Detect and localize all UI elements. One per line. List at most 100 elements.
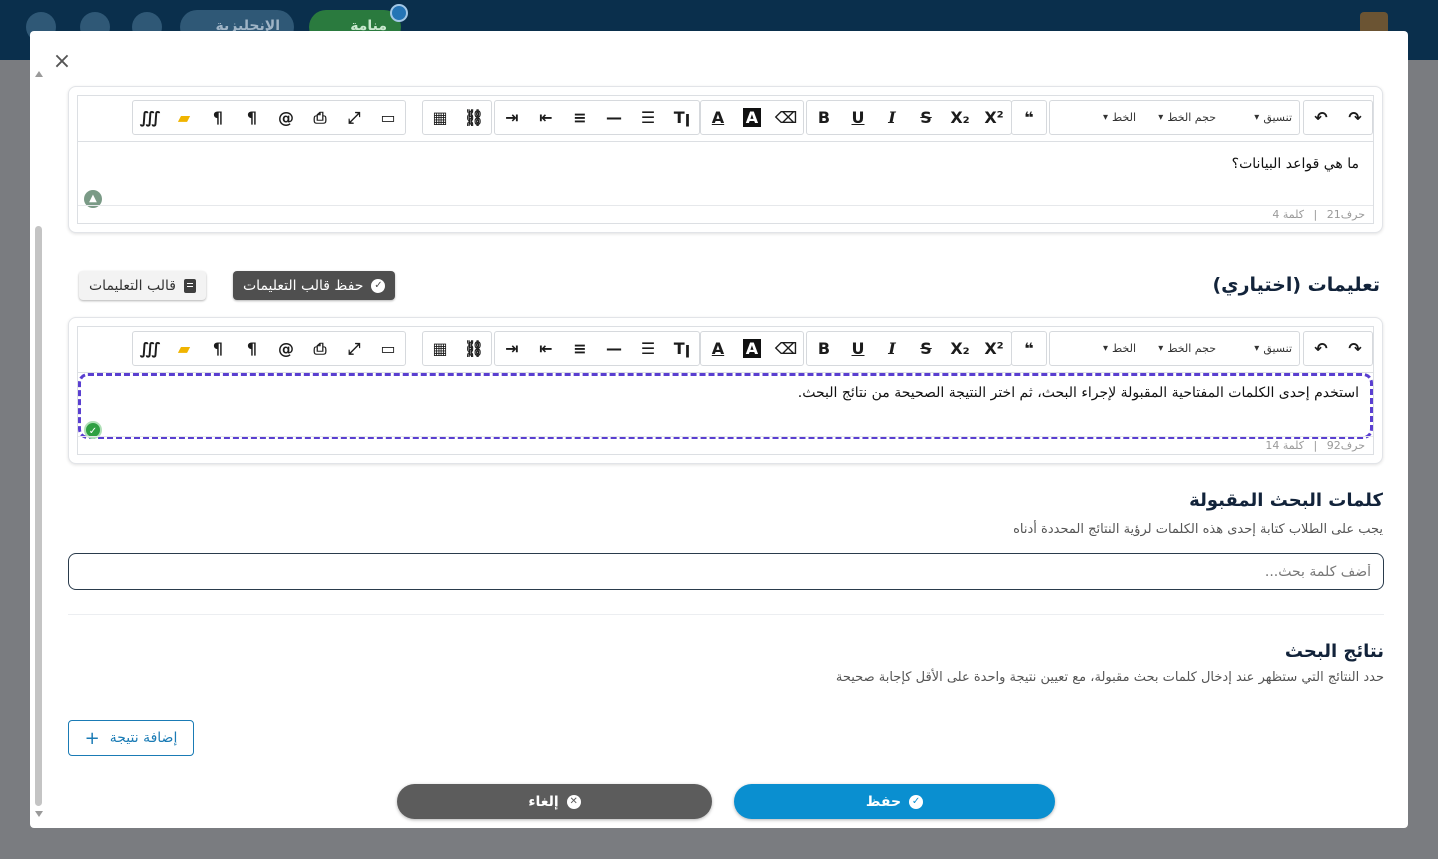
highlight-color-icon[interactable]: A <box>735 332 769 365</box>
blockquote-icon[interactable]: ❝ <box>1012 332 1046 365</box>
word-count: كلمة 14 <box>1265 439 1304 452</box>
template-button[interactable]: قالب التعليمات <box>79 271 206 300</box>
italic-icon[interactable]: I <box>875 332 909 365</box>
cancel-button[interactable]: ✕ إلغاء <box>397 784 712 819</box>
fullscreen-icon[interactable]: ⤢ <box>337 101 371 134</box>
indent-icon[interactable]: ⇥ <box>495 101 529 134</box>
toolbar-group-quote: ❝ <box>1011 100 1047 135</box>
strikethrough-icon[interactable]: S <box>909 332 943 365</box>
superscript-icon[interactable]: X² <box>977 101 1011 134</box>
editor-status-bar: حرف92 | كلمة 14 <box>78 436 1373 454</box>
bold-icon[interactable]: B <box>807 101 841 134</box>
table-icon[interactable]: ▦ <box>423 332 457 365</box>
format-select[interactable]: تنسيق ▾ <box>1222 101 1298 134</box>
save-button[interactable]: ✓ حفظ <box>734 784 1055 819</box>
eraser-icon[interactable]: ⌫ <box>769 332 803 365</box>
keywords-description: يجب على الطلاب كتابة إحدى هذه الكلمات لر… <box>1013 522 1383 537</box>
underline-icon[interactable]: U <box>841 101 875 134</box>
close-circle-icon: ✕ <box>566 794 581 809</box>
format-select[interactable]: تنسيق ▾ <box>1222 332 1298 365</box>
font-select[interactable]: الخط ▾ <box>1050 332 1142 365</box>
eraser-icon[interactable]: ⌫ <box>769 101 803 134</box>
toolbar-group-media: ∭ ▰ ¶ ¶ @ ⎙ ⤢ ▭ <box>132 100 406 135</box>
align-icon[interactable]: ≡ <box>563 101 597 134</box>
align-icon[interactable]: ≡ <box>563 332 597 365</box>
font-size-select[interactable]: حجم الخط ▾ <box>1142 101 1222 134</box>
paragraph-ltr-icon[interactable]: ¶ <box>235 101 269 134</box>
paragraph-rtl-icon[interactable]: ¶ <box>201 332 235 365</box>
bold-icon[interactable]: B <box>807 332 841 365</box>
mention-icon[interactable]: @ <box>269 332 303 365</box>
font-size-select[interactable]: حجم الخط ▾ <box>1142 332 1222 365</box>
check-circle-icon: ✓ <box>909 794 924 809</box>
text-size-icon[interactable]: Tꞁ <box>665 332 699 365</box>
print-icon[interactable]: ⎙ <box>303 101 337 134</box>
print-icon[interactable]: ⎙ <box>303 332 337 365</box>
subscript-icon[interactable]: X₂ <box>943 332 977 365</box>
horizontal-rule-icon[interactable]: — <box>597 332 631 365</box>
link-icon[interactable]: ⛓ <box>457 332 491 365</box>
ordered-list-icon[interactable]: ☰ <box>631 101 665 134</box>
underline-icon[interactable]: U <box>841 332 875 365</box>
text-size-icon[interactable]: Tꞁ <box>665 101 699 134</box>
word-count: كلمة 4 <box>1272 208 1304 221</box>
paragraph-ltr-icon[interactable]: ¶ <box>235 332 269 365</box>
toolbar-group-format: B U I S X₂ X² <box>806 100 1012 135</box>
outdent-icon[interactable]: ⇤ <box>529 101 563 134</box>
undo-icon[interactable]: ↶ <box>1304 332 1338 365</box>
layout-icon[interactable]: ▭ <box>371 101 405 134</box>
editor-toolbar: ∭ ▰ ¶ ¶ @ ⎙ ⤢ ▭ ▦ ⛓ ⇥ ⇤ ≡ — ☰ Tꞁ A A ⌫ B… <box>78 327 1373 373</box>
status-separator: | <box>1313 208 1318 221</box>
chevron-down-icon: ▾ <box>1254 343 1260 354</box>
chevron-down-icon: ▾ <box>1254 112 1260 123</box>
fullscreen-icon[interactable]: ⤢ <box>337 332 371 365</box>
toolbar-group-format: B U I S X₂ X² <box>806 331 1012 366</box>
blockquote-icon[interactable]: ❝ <box>1012 101 1046 134</box>
toolbar-group-color: A A ⌫ <box>700 331 804 366</box>
editor-frame: ∭ ▰ ¶ ¶ @ ⎙ ⤢ ▭ ▦ ⛓ ⇥ ⇤ ≡ — ☰ Tꞁ A A ⌫ B… <box>77 95 1374 224</box>
chevron-down-icon: ▾ <box>1158 112 1164 123</box>
scroll-up-arrow-icon[interactable] <box>35 71 43 77</box>
toolbar-group-paragraph: ⇥ ⇤ ≡ — ☰ Tꞁ <box>494 331 700 366</box>
link-icon[interactable]: ⛓ <box>457 101 491 134</box>
outdent-icon[interactable]: ⇤ <box>529 332 563 365</box>
superscript-icon[interactable]: X² <box>977 332 1011 365</box>
focus-outline <box>78 373 1373 439</box>
strikethrough-icon[interactable]: S <box>909 101 943 134</box>
close-icon[interactable]: × <box>52 51 72 73</box>
question-editor: ∭ ▰ ¶ ¶ @ ⎙ ⤢ ▭ ▦ ⛓ ⇥ ⇤ ≡ — ☰ Tꞁ A A ⌫ B… <box>68 86 1383 233</box>
file-manager-icon[interactable]: ▰ <box>167 332 201 365</box>
undo-icon[interactable]: ↶ <box>1304 101 1338 134</box>
font-color-icon[interactable]: A <box>701 101 735 134</box>
scroll-down-arrow-icon[interactable] <box>35 811 43 817</box>
plus-icon: + <box>84 727 100 749</box>
file-manager-icon[interactable]: ▰ <box>167 101 201 134</box>
add-result-button[interactable]: إضافة نتيجة + <box>68 720 194 756</box>
special-char-icon[interactable]: ∭ <box>133 101 167 134</box>
scroll-thumb[interactable] <box>35 226 42 806</box>
subscript-icon[interactable]: X₂ <box>943 101 977 134</box>
horizontal-rule-icon[interactable]: — <box>597 101 631 134</box>
paragraph-rtl-icon[interactable]: ¶ <box>201 101 235 134</box>
mention-icon[interactable]: @ <box>269 101 303 134</box>
highlight-color-icon[interactable]: A <box>735 101 769 134</box>
toolbar-group-selects: الخط ▾ حجم الخط ▾ تنسيق ▾ <box>1049 100 1300 135</box>
table-icon[interactable]: ▦ <box>423 101 457 134</box>
char-count: حرف92 <box>1326 439 1365 452</box>
toolbar-group-paragraph: ⇥ ⇤ ≡ — ☰ Tꞁ <box>494 100 700 135</box>
modal-scrollbar[interactable] <box>34 71 44 817</box>
indent-icon[interactable]: ⇥ <box>495 332 529 365</box>
status-separator: | <box>1313 439 1318 452</box>
search-keyword-input[interactable] <box>68 553 1384 590</box>
font-select[interactable]: الخط ▾ <box>1050 101 1142 134</box>
redo-icon[interactable]: ↷ <box>1338 101 1372 134</box>
italic-icon[interactable]: I <box>875 101 909 134</box>
save-template-button[interactable]: ✓ حفظ قالب التعليمات <box>233 271 396 300</box>
results-title: نتائج البحث <box>1284 641 1384 662</box>
question-text-area[interactable]: ما هي قواعد البيانات؟ <box>78 142 1373 186</box>
redo-icon[interactable]: ↷ <box>1338 332 1372 365</box>
special-char-icon[interactable]: ∭ <box>133 332 167 365</box>
ordered-list-icon[interactable]: ☰ <box>631 332 665 365</box>
font-color-icon[interactable]: A <box>701 332 735 365</box>
layout-icon[interactable]: ▭ <box>371 332 405 365</box>
